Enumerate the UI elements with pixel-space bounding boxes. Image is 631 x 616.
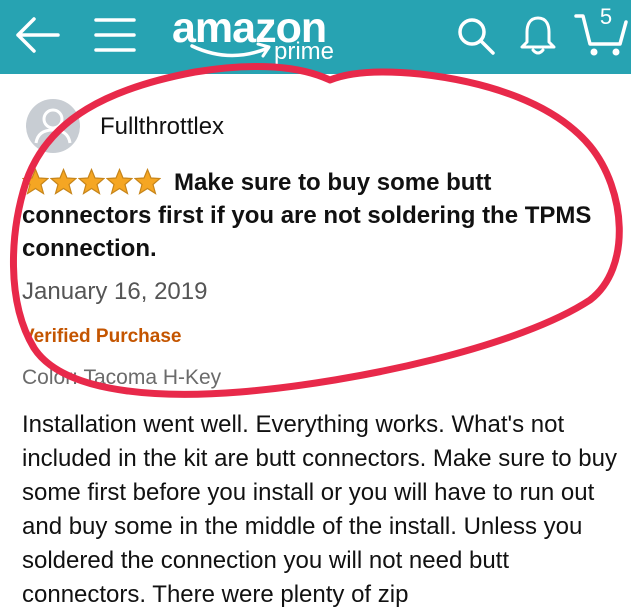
amazon-prime-logo[interactable]: amazon prime (170, 4, 350, 70)
bell-icon[interactable] (519, 14, 557, 56)
back-arrow-icon[interactable] (14, 16, 60, 54)
review-date: January 16, 2019 (22, 278, 208, 305)
top-navigation-bar: amazon prime 5 (0, 0, 631, 74)
logo-prime-text: prime (274, 38, 335, 65)
review-body: Installation went well. Everything works… (22, 411, 617, 608)
verified-purchase-badge: Verified Purchase (22, 326, 182, 347)
review-title: Make sure to buy some butt connectors fi… (22, 169, 592, 262)
hamburger-menu-icon[interactable] (92, 14, 138, 56)
cart-count-badge[interactable]: 5 (592, 4, 620, 30)
search-icon[interactable] (456, 16, 496, 56)
reviewer-name[interactable]: Fullthrottlex (100, 112, 224, 142)
reviewer-avatar[interactable] (26, 99, 80, 153)
product-variant-color: Color: Tacoma H-Key (22, 366, 222, 389)
default-user-icon (34, 108, 72, 144)
logo-smile-arrow (190, 42, 271, 58)
